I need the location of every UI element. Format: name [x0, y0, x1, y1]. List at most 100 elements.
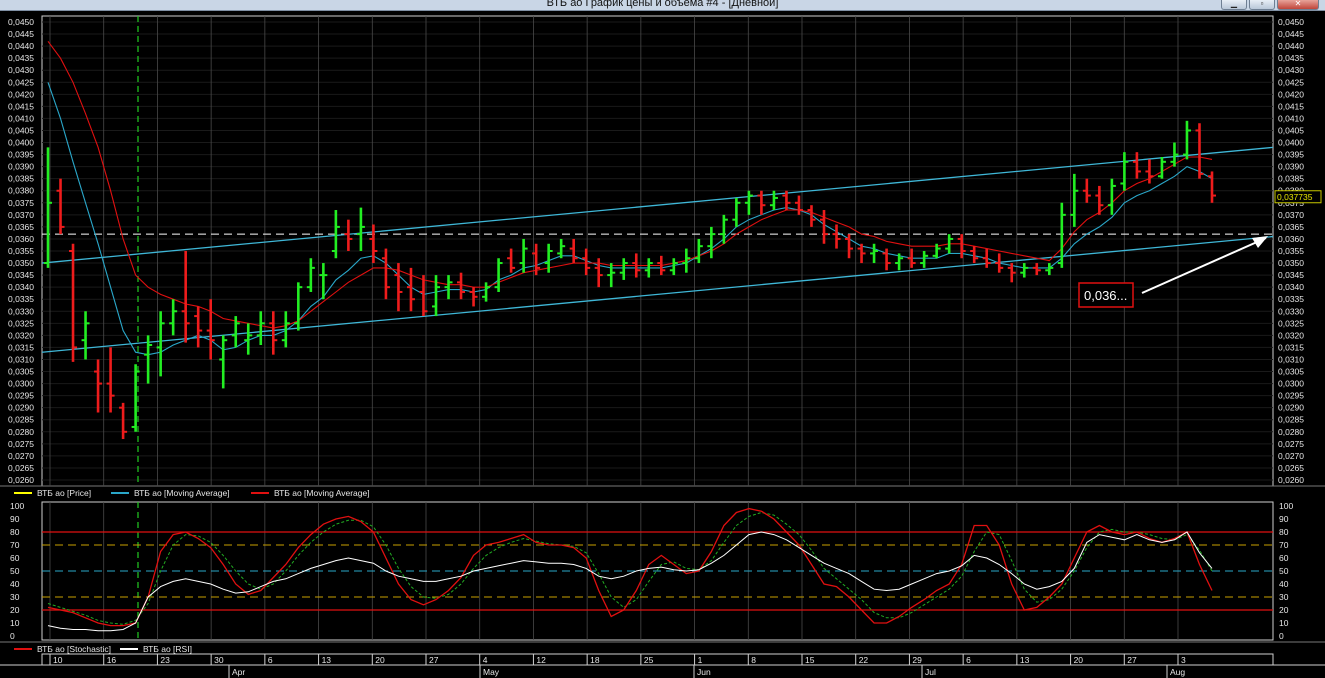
annotation-text: 0,036... — [1084, 288, 1127, 303]
price-y-tick-right: 0,0370 — [1278, 210, 1304, 220]
price-y-tick-right: 0,0325 — [1278, 318, 1304, 328]
price-y-tick-left: 0,0285 — [8, 415, 34, 425]
price-y-tick-right: 0,0295 — [1278, 391, 1304, 401]
price-y-tick-left: 0,0440 — [8, 41, 34, 51]
price-y-tick-left: 0,0435 — [8, 53, 34, 63]
price-y-tick-right: 0,0445 — [1278, 29, 1304, 39]
price-y-tick-right: 0,0400 — [1278, 138, 1304, 148]
price-y-tick-left: 0,0335 — [8, 294, 34, 304]
osc-y-tick-right: 70 — [1279, 540, 1289, 550]
price-y-tick-left: 0,0390 — [8, 162, 34, 172]
time-axis-month-label: Apr — [232, 667, 245, 677]
price-legend-label: ВТБ ао [Price] — [37, 488, 91, 498]
time-axis-days-frame — [41, 653, 1274, 666]
price-y-tick-right: 0,0275 — [1278, 439, 1304, 449]
price-y-tick-left: 0,0375 — [8, 198, 34, 208]
price-legend-label: ВТБ ао [Moving Average] — [274, 488, 370, 498]
osc-y-tick-right: 40 — [1279, 579, 1289, 589]
time-axis-day-label: 3 — [1181, 655, 1186, 665]
osc-y-tick-left: 10 — [10, 618, 20, 628]
time-axis-day-label: 30 — [214, 655, 224, 665]
time-axis-day-label: 12 — [536, 655, 546, 665]
price-y-tick-left: 0,0310 — [8, 354, 34, 364]
price-y-tick-left: 0,0420 — [8, 89, 34, 99]
price-y-tick-left: 0,0305 — [8, 367, 34, 377]
price-y-tick-left: 0,0400 — [8, 138, 34, 148]
price-y-tick-right: 0,0270 — [1278, 451, 1304, 461]
osc-y-tick-left: 100 — [10, 501, 24, 511]
price-y-tick-left: 0,0405 — [8, 125, 34, 135]
price-y-tick-left: 0,0380 — [8, 186, 34, 196]
osc-y-tick-left: 70 — [10, 540, 20, 550]
time-axis-day-label: 4 — [483, 655, 488, 665]
osc-y-tick-right: 80 — [1279, 527, 1289, 537]
price-y-tick-right: 0,0355 — [1278, 246, 1304, 256]
osc-y-tick-right: 30 — [1279, 592, 1289, 602]
time-axis-day-label: 13 — [322, 655, 332, 665]
time-axis-day-label: 29 — [912, 655, 922, 665]
price-y-tick-left: 0,0315 — [8, 342, 34, 352]
time-axis-month-label: Jun — [697, 667, 711, 677]
osc-legend-label: ВТБ ао [RSI] — [143, 644, 192, 654]
price-y-tick-left: 0,0445 — [8, 29, 34, 39]
price-y-tick-right: 0,0340 — [1278, 282, 1304, 292]
price-y-tick-left: 0,0340 — [8, 282, 34, 292]
price-y-tick-right: 0,0385 — [1278, 174, 1304, 184]
price-y-tick-right: 0,0305 — [1278, 367, 1304, 377]
price-y-tick-right: 0,0335 — [1278, 294, 1304, 304]
osc-legend-label: ВТБ ао [Stochastic] — [37, 644, 111, 654]
time-axis-day-label: 18 — [590, 655, 600, 665]
time-axis-month-label: Jul — [925, 667, 936, 677]
price-y-tick-right: 0,0310 — [1278, 354, 1304, 364]
osc-y-tick-left: 80 — [10, 527, 20, 537]
time-axis-day-label: 25 — [644, 655, 654, 665]
price-y-tick-left: 0,0385 — [8, 174, 34, 184]
time-axis-day-label: 22 — [859, 655, 869, 665]
price-legend-label: ВТБ ао [Moving Average] — [134, 488, 230, 498]
price-y-tick-right: 0,0395 — [1278, 150, 1304, 160]
price-y-tick-right: 0,0360 — [1278, 234, 1304, 244]
price-y-tick-right: 0,0330 — [1278, 306, 1304, 316]
price-y-tick-left: 0,0425 — [8, 77, 34, 87]
price-y-tick-right: 0,0440 — [1278, 41, 1304, 51]
osc-y-tick-left: 40 — [10, 579, 20, 589]
price-y-tick-right: 0,0290 — [1278, 403, 1304, 413]
osc-y-tick-left: 20 — [10, 605, 20, 615]
price-y-tick-left: 0,0410 — [8, 113, 34, 123]
time-axis-day-label: 20 — [1074, 655, 1084, 665]
price-y-tick-left: 0,0260 — [8, 475, 34, 485]
price-y-tick-right: 0,0365 — [1278, 222, 1304, 232]
price-y-tick-right: 0,0315 — [1278, 342, 1304, 352]
price-y-tick-right: 0,0390 — [1278, 162, 1304, 172]
price-y-tick-right: 0,0420 — [1278, 89, 1304, 99]
time-axis-day-label: 6 — [268, 655, 273, 665]
osc-y-tick-left: 0 — [10, 631, 15, 641]
osc-y-tick-right: 100 — [1279, 501, 1293, 511]
price-y-tick-left: 0,0350 — [8, 258, 34, 268]
time-axis-day-label: 27 — [429, 655, 439, 665]
price-y-tick-left: 0,0330 — [8, 306, 34, 316]
osc-y-tick-right: 10 — [1279, 618, 1289, 628]
price-chart[interactable]: 0,0450 0,0450 0,0445 0,0445 0,0440 0,0440 0,04… — [0, 0, 1325, 678]
price-y-tick-right: 0,0415 — [1278, 101, 1304, 111]
price-y-tick-right: 0,0285 — [1278, 415, 1304, 425]
price-y-tick-left: 0,0415 — [8, 101, 34, 111]
price-y-tick-right: 0,0260 — [1278, 475, 1304, 485]
osc-y-tick-left: 30 — [10, 592, 20, 602]
time-axis-month-label: May — [483, 667, 500, 677]
price-y-tick-left: 0,0450 — [8, 17, 34, 27]
time-axis-day-label: 16 — [107, 655, 117, 665]
price-y-tick-right: 0,0300 — [1278, 379, 1304, 389]
time-axis-day-label: 13 — [1020, 655, 1030, 665]
osc-y-tick-right: 90 — [1279, 514, 1289, 524]
price-y-tick-left: 0,0365 — [8, 222, 34, 232]
price-y-tick-right: 0,0265 — [1278, 463, 1304, 473]
price-y-tick-left: 0,0370 — [8, 210, 34, 220]
price-y-tick-right: 0,0320 — [1278, 330, 1304, 340]
price-y-tick-left: 0,0360 — [8, 234, 34, 244]
price-y-tick-left: 0,0395 — [8, 150, 34, 160]
time-axis-day-label: 23 — [160, 655, 170, 665]
price-y-tick-right: 0,0435 — [1278, 53, 1304, 63]
price-y-tick-left: 0,0295 — [8, 391, 34, 401]
price-y-tick-left: 0,0290 — [8, 403, 34, 413]
